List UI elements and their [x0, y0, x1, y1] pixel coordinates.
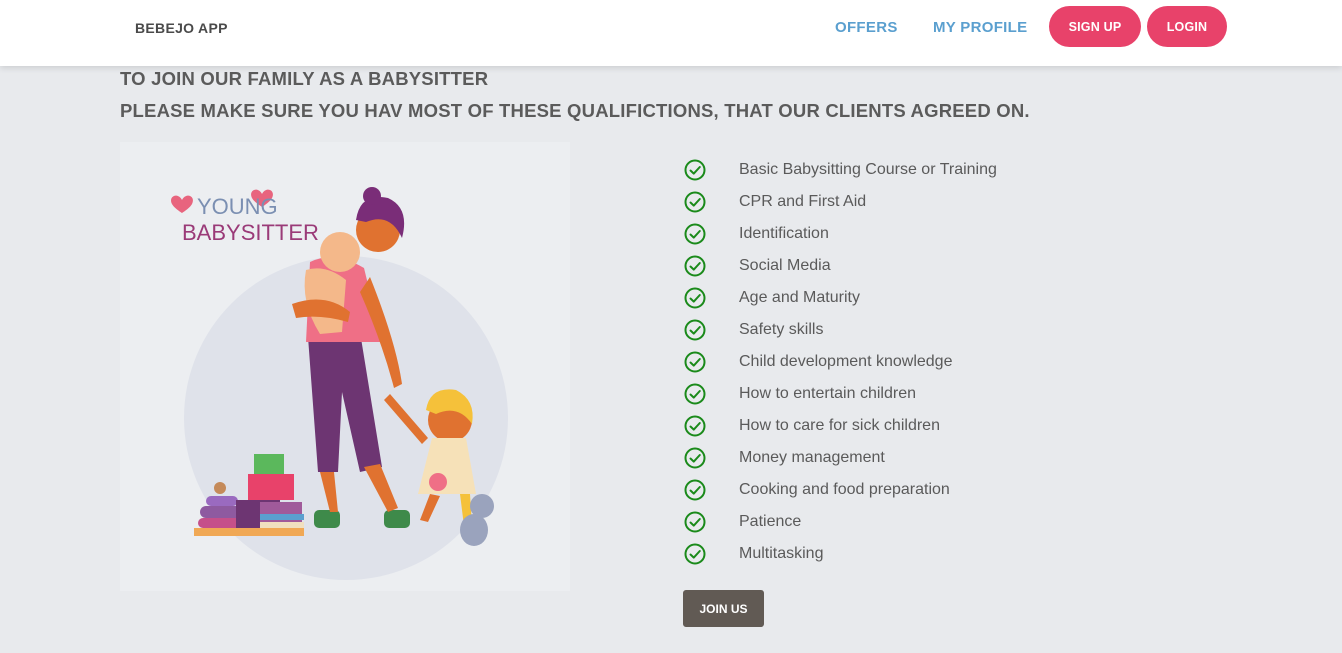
check-circle-icon — [684, 383, 706, 405]
list-item: Child development knowledge — [684, 346, 1104, 378]
check-circle-icon — [684, 351, 706, 373]
qualification-label: Money management — [739, 449, 885, 466]
list-item: CPR and First Aid — [684, 186, 1104, 218]
check-circle-icon — [684, 223, 706, 245]
list-item: Basic Babysitting Course or Training — [684, 154, 1104, 186]
check-circle-icon — [684, 191, 706, 213]
page-subheading: PLEASE MAKE SURE YOU HAV MOST OF THESE Q… — [120, 100, 1030, 121]
check-circle-icon — [684, 479, 706, 501]
sign-up-button[interactable]: SIGN UP — [1049, 6, 1141, 47]
login-button[interactable]: LOGIN — [1147, 6, 1227, 47]
check-circle-icon — [684, 287, 706, 309]
qualification-label: Child development knowledge — [739, 353, 953, 370]
qualifications-list: Basic Babysitting Course or Training CPR… — [684, 154, 1104, 570]
illustration-title-babysitter: BABYSITTER — [182, 220, 319, 245]
list-item: Social Media — [684, 250, 1104, 282]
list-item: Money management — [684, 442, 1104, 474]
check-circle-icon — [684, 511, 706, 533]
list-item: Patience — [684, 506, 1104, 538]
illustration-graphic: YOUNG BABYSITTER — [171, 187, 508, 580]
list-item: Multitasking — [684, 538, 1104, 570]
heart-icon — [171, 195, 193, 213]
qualification-label: Basic Babysitting Course or Training — [739, 161, 997, 178]
list-item: Cooking and food preparation — [684, 474, 1104, 506]
qualification-label: Multitasking — [739, 545, 824, 562]
list-item: How to entertain children — [684, 378, 1104, 410]
list-item: Safety skills — [684, 314, 1104, 346]
qualification-label: Age and Maturity — [739, 289, 860, 306]
qualification-label: How to entertain children — [739, 385, 916, 402]
top-navbar: BEBEJO APP OFFERS MY PROFILE SIGN UP LOG… — [0, 0, 1342, 66]
babysitter-illustration: YOUNG BABYSITTER — [120, 142, 570, 591]
check-circle-icon — [684, 159, 706, 181]
qualification-label: Safety skills — [739, 321, 824, 338]
nav-offers-link[interactable]: OFFERS — [835, 19, 898, 36]
list-item: How to care for sick children — [684, 410, 1104, 442]
qualification-label: How to care for sick children — [739, 417, 940, 434]
check-circle-icon — [684, 447, 706, 469]
qualification-label: Identification — [739, 225, 829, 242]
qualification-label: CPR and First Aid — [739, 193, 867, 210]
brand-logo[interactable]: BEBEJO APP — [135, 20, 228, 36]
qualification-label: Social Media — [739, 257, 831, 274]
nav-my-profile-link[interactable]: MY PROFILE — [933, 19, 1027, 36]
list-item: Identification — [684, 218, 1104, 250]
illustration-title-young: YOUNG — [197, 194, 278, 219]
join-us-button[interactable]: JOIN US — [683, 590, 764, 627]
check-circle-icon — [684, 319, 706, 341]
check-circle-icon — [684, 415, 706, 437]
page-heading: TO JOIN OUR FAMILY AS A BABYSITTER — [120, 68, 489, 89]
qualification-label: Cooking and food preparation — [739, 481, 950, 498]
qualification-label: Patience — [739, 513, 802, 530]
check-circle-icon — [684, 543, 706, 565]
list-item: Age and Maturity — [684, 282, 1104, 314]
check-circle-icon — [684, 255, 706, 277]
